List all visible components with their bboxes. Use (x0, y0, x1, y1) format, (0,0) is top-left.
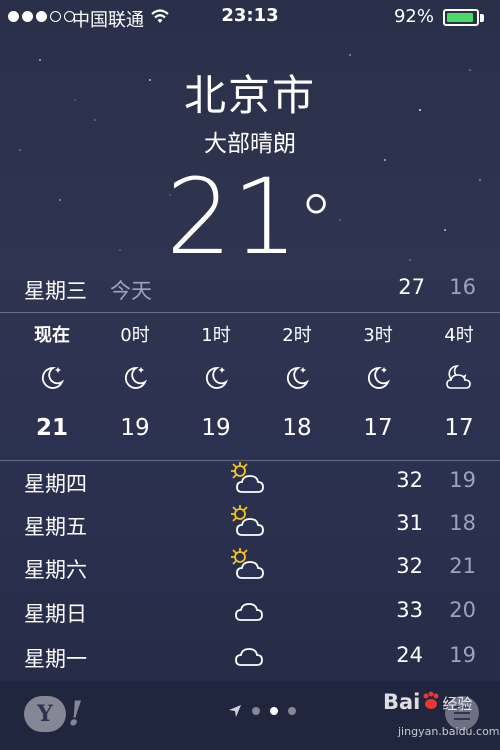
hourly-temp: 19 (120, 415, 150, 441)
status-bar: 中国联通 23:13 92% (0, 0, 500, 34)
current-temperature: 21° (0, 162, 500, 272)
current-temp-value: 21 (165, 156, 299, 278)
page-dot[interactable] (288, 707, 296, 715)
hourly-temp: 17 (363, 415, 393, 441)
sun-cloud-icon (228, 503, 268, 543)
degree-symbol: ° (298, 179, 335, 263)
hourly-time: 1时 (201, 325, 231, 346)
sun-cloud-icon (228, 546, 268, 586)
today-day: 星期三 (24, 279, 87, 303)
watermark-url: jingyan.baidu.com (398, 725, 500, 738)
moon-icon (119, 362, 151, 394)
battery-icon (443, 9, 479, 26)
daily-row: 星期四 32 19 (0, 460, 500, 504)
watermark-suffix: 经验 (442, 695, 473, 713)
moon-cloud-icon (443, 362, 475, 394)
daily-high: 32 (396, 468, 423, 492)
hourly-time: 3时 (363, 325, 393, 346)
page-indicator[interactable] (228, 704, 296, 718)
daily-day: 星期日 (24, 602, 87, 626)
hourly-temp: 21 (35, 415, 68, 441)
daily-row: 星期六 32 21 (0, 546, 500, 590)
daily-high: 33 (396, 598, 423, 622)
watermark-brand: Bai (383, 690, 421, 714)
daily-low: 20 (449, 598, 476, 622)
cloud-icon (228, 635, 268, 675)
hourly-temp: 17 (444, 415, 474, 441)
battery-tip (480, 14, 484, 22)
yahoo-logo-letter: Y (24, 696, 66, 732)
daily-high: 31 (396, 511, 423, 535)
daily-low: 21 (449, 554, 476, 578)
moon-icon (200, 362, 232, 394)
hourly-time: 0时 (120, 325, 150, 346)
hourly-temp: 18 (282, 415, 312, 441)
yahoo-logo-bang: ! (68, 694, 83, 734)
page-dot[interactable] (252, 707, 260, 715)
moon-icon (362, 362, 394, 394)
divider-top (0, 312, 500, 313)
daily-row: 星期五 31 18 (0, 503, 500, 547)
daily-day: 星期四 (24, 472, 87, 496)
hourly-temp: 19 (201, 415, 231, 441)
hourly-time: 4时 (444, 325, 474, 346)
baidu-watermark: Bai 经验 (383, 690, 472, 714)
daily-day: 星期五 (24, 515, 87, 539)
daily-low: 19 (449, 643, 476, 667)
daily-high: 32 (396, 554, 423, 578)
daily-high: 24 (396, 643, 423, 667)
page-dot-active[interactable] (270, 707, 278, 715)
hourly-time: 2时 (282, 325, 312, 346)
moon-icon (36, 362, 68, 394)
cloud-icon (228, 590, 268, 630)
battery-percentage: 92% (393, 6, 434, 27)
paw-icon (423, 691, 439, 709)
today-high: 27 (398, 275, 425, 299)
today-label: 今天 (110, 279, 152, 303)
daily-row: 星期一 24 19 (0, 635, 500, 679)
daily-low: 19 (449, 468, 476, 492)
daily-day: 星期六 (24, 558, 87, 582)
city-name: 北京市 (183, 71, 316, 120)
daily-low: 18 (449, 511, 476, 535)
location-arrow-icon (229, 705, 241, 717)
hourly-time: 现在 (34, 325, 70, 346)
today-low: 16 (449, 275, 476, 299)
sun-cloud-icon (228, 460, 268, 500)
today-summary-row: 星期三 今天 27 16 (0, 275, 500, 307)
hourly-forecast[interactable]: 现在 21 0时 19 1时 19 2时 18 3时 17 4时 17 (0, 314, 500, 459)
daily-day: 星期一 (24, 647, 87, 671)
daily-row: 星期日 33 20 (0, 590, 500, 634)
yahoo-logo-button[interactable]: Y ! (24, 694, 88, 734)
moon-icon (281, 362, 313, 394)
weather-condition: 大部晴朗 (204, 131, 296, 157)
